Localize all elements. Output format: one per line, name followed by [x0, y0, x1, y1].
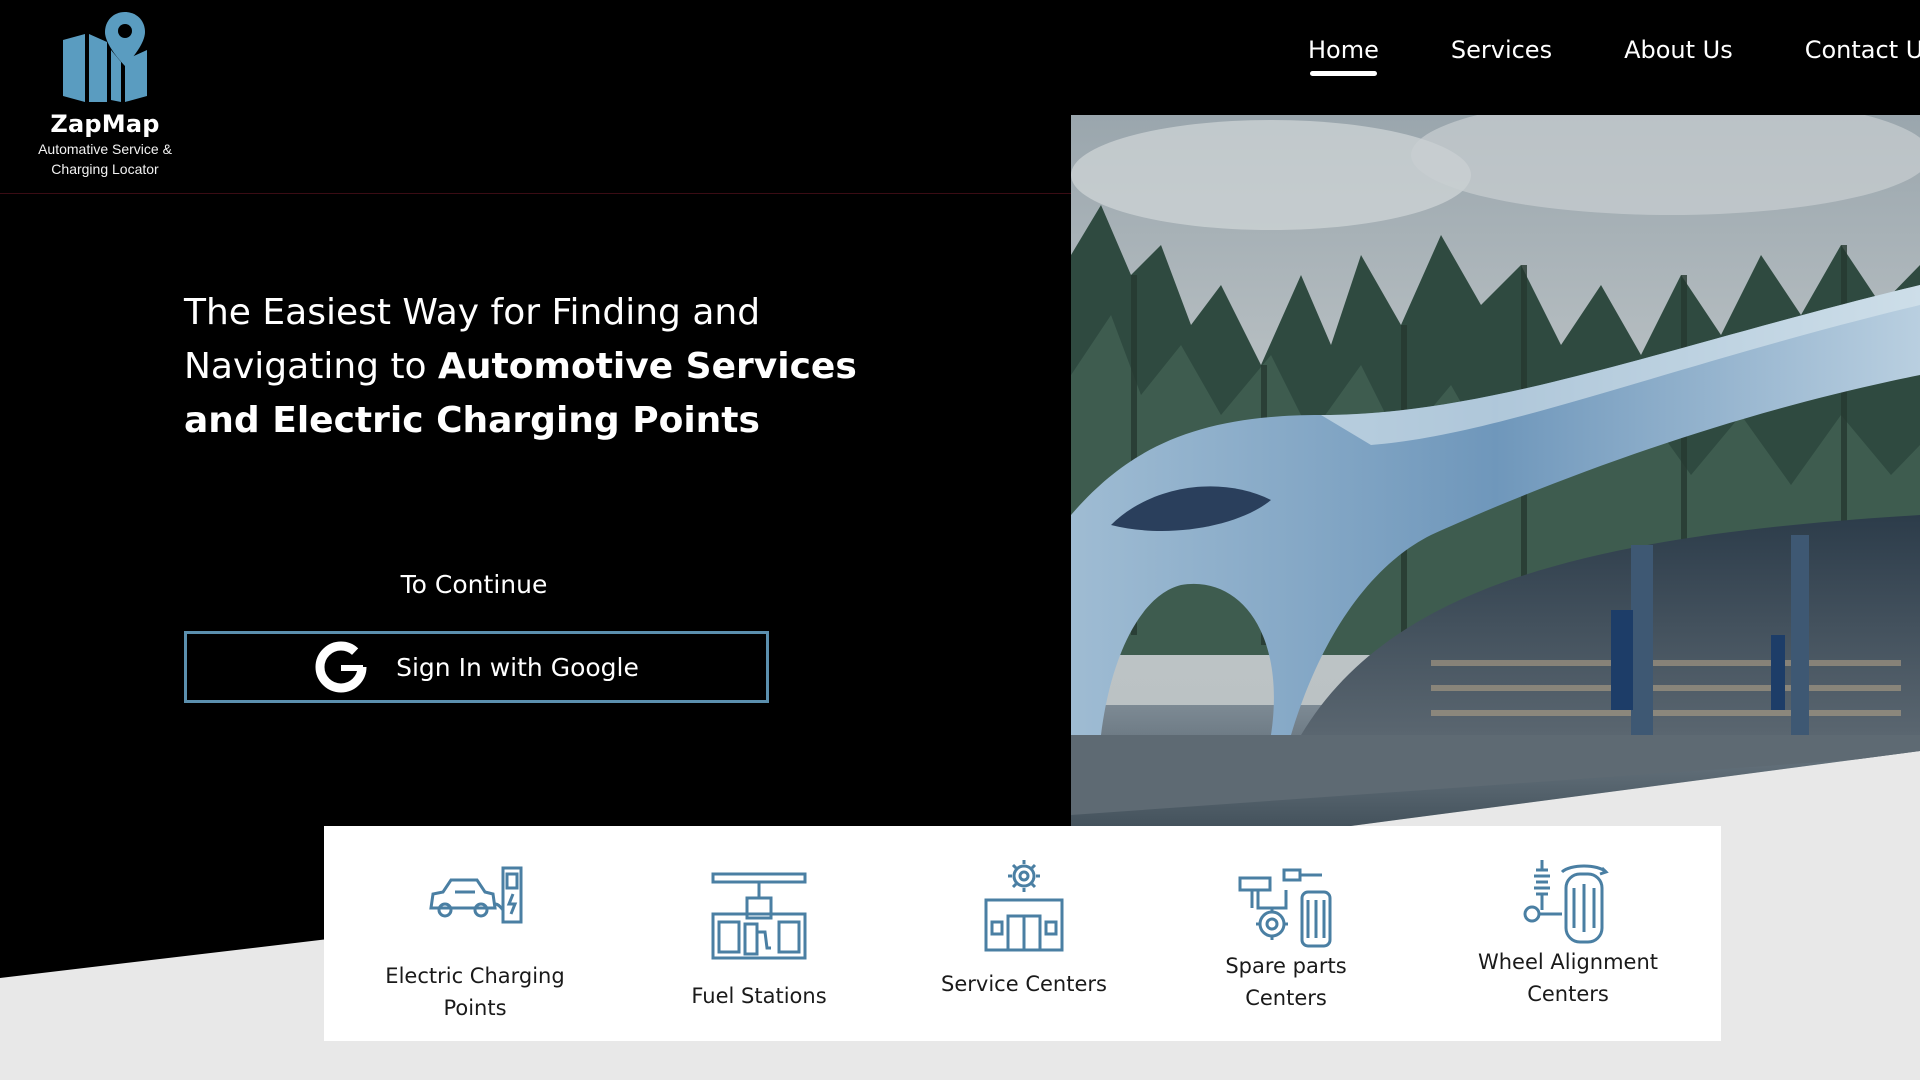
services-card: Electric Charging Points Fuel Stations S…	[324, 826, 1721, 1041]
service-label: Wheel Alignment Centers	[1477, 950, 1659, 1006]
headline-part2: Navigating to	[184, 346, 439, 387]
service-wheel-alignment[interactable]: Wheel Alignment Centers	[1458, 826, 1678, 1041]
main-nav: Home Services About Us Contact Us	[1308, 36, 1920, 76]
brand-tagline-line1: Automative Service &	[38, 141, 172, 157]
nav-home[interactable]: Home	[1308, 36, 1379, 76]
brand-tagline-line2: Charging Locator	[51, 161, 159, 177]
google-icon	[314, 640, 368, 694]
fuel-station-icon	[711, 872, 807, 960]
header-divider	[0, 193, 1071, 194]
spare-parts-icon	[1238, 868, 1332, 948]
brand-logo[interactable]: ZapMap Automative Service & Charging Loc…	[25, 10, 185, 178]
service-label: Fuel Stations	[691, 984, 827, 1008]
service-spare-parts[interactable]: Spare parts Centers	[1176, 826, 1396, 1041]
map-pin-icon	[63, 12, 147, 102]
google-signin-button[interactable]: Sign In with Google	[184, 631, 769, 703]
service-label: Spare parts Centers	[1225, 954, 1347, 1010]
hero-headline: The Easiest Way for Finding and Navigati…	[184, 286, 864, 448]
continue-label: To Continue	[400, 570, 548, 599]
hero-image	[1071, 115, 1920, 826]
service-label: Electric Charging Points	[385, 964, 565, 1020]
nav-services[interactable]: Services	[1451, 36, 1552, 74]
headline-bold1: Automotive Services	[438, 346, 857, 387]
headline-bold2: and Electric Charging Points	[184, 400, 760, 441]
ev-charging-icon	[429, 866, 523, 924]
nav-about-us[interactable]: About Us	[1624, 36, 1733, 74]
wheel-alignment-icon	[1523, 860, 1609, 944]
google-signin-label: Sign In with Google	[396, 652, 639, 682]
service-service-centers[interactable]: Service Centers	[914, 826, 1134, 1041]
service-electric-charging[interactable]: Electric Charging Points	[365, 826, 585, 1041]
brand-name: ZapMap	[50, 110, 160, 138]
service-center-icon	[984, 860, 1064, 952]
service-fuel-stations[interactable]: Fuel Stations	[649, 826, 869, 1041]
headline-part1: The Easiest Way for Finding and	[184, 292, 761, 333]
service-label: Service Centers	[941, 972, 1107, 996]
nav-contact-us[interactable]: Contact Us	[1805, 36, 1920, 74]
